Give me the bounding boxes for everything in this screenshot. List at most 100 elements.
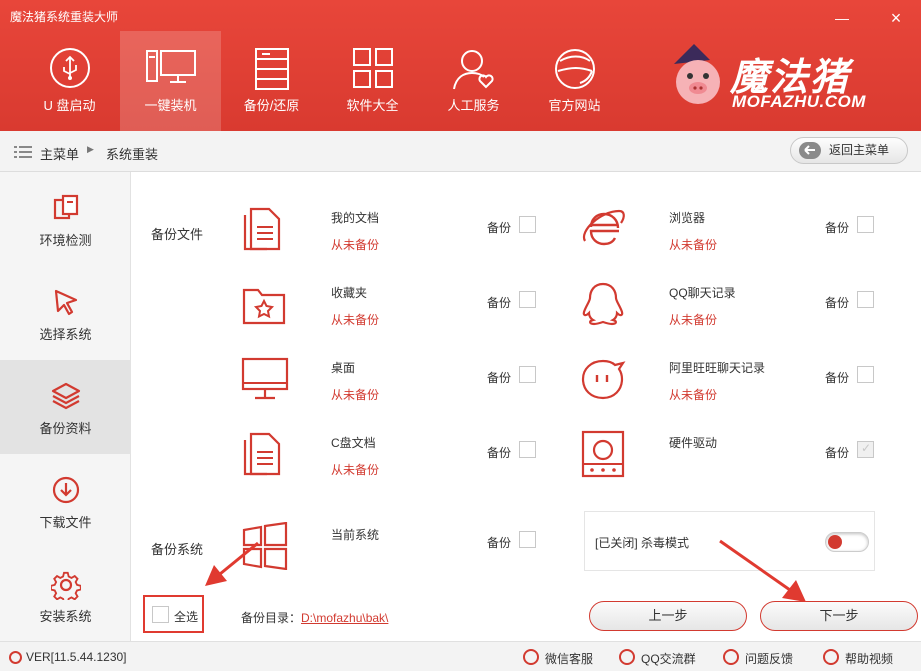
window-title: 魔法猪系统重装大师 xyxy=(10,10,119,24)
breadcrumb: 主菜单 ▶ 系统重装 返回主菜单 xyxy=(0,131,921,172)
backup-row-desktop: 桌面 从未备份 备份 xyxy=(241,355,541,415)
backup-label: 备份 xyxy=(487,371,512,385)
item-status: 从未备份 xyxy=(331,388,380,402)
sidebar-item-backup-data[interactable]: 备份资料 xyxy=(0,360,131,454)
user-heart-icon xyxy=(452,50,494,90)
windows-icon xyxy=(242,522,288,570)
chevron-right-icon: ▶ xyxy=(87,144,94,154)
backup-label: 备份 xyxy=(825,446,850,460)
item-name: 收藏夹 xyxy=(331,286,368,300)
footer-link-label: 微信客服 xyxy=(545,652,594,666)
prev-step-button[interactable]: 上一步 xyxy=(589,601,747,631)
select-all-box: 全选 xyxy=(143,595,204,633)
item-name: C盘文档 xyxy=(331,436,376,450)
backup-checkbox[interactable] xyxy=(519,366,536,383)
pig-mascot-icon xyxy=(674,44,720,104)
download-icon xyxy=(52,476,79,504)
nav-website[interactable]: 官方网站 xyxy=(524,31,625,131)
item-status: 从未备份 xyxy=(331,238,380,252)
nav-label: 人工服务 xyxy=(447,98,500,113)
logo-english: MOFAZHU.COM xyxy=(732,92,866,111)
nav-one-click-install[interactable]: 一键装机 xyxy=(120,31,221,131)
nav-software[interactable]: 软件大全 xyxy=(322,31,423,131)
backup-row-favorites: 收藏夹 从未备份 备份 xyxy=(241,280,541,340)
sidebar-item-label: 选择系统 xyxy=(39,327,92,342)
antivirus-toggle[interactable] xyxy=(825,532,869,552)
backup-checkbox[interactable] xyxy=(519,291,536,308)
sidebar-item-label: 下载文件 xyxy=(39,515,92,530)
backup-row-current-system: 当前系统 备份 xyxy=(241,522,541,582)
nav-backup-restore[interactable]: 备份/还原 xyxy=(221,31,322,131)
backup-checkbox-disabled xyxy=(857,441,874,458)
nav-support[interactable]: 人工服务 xyxy=(423,31,524,131)
favorites-folder-icon xyxy=(242,288,286,325)
footer-link-qq-group[interactable]: QQ交流群 xyxy=(619,649,696,667)
server-icon xyxy=(254,48,289,90)
qq-icon xyxy=(582,282,624,326)
layers-icon xyxy=(51,382,80,410)
back-button-label: 返回主菜单 xyxy=(829,143,890,157)
footer-link-help-video[interactable]: 帮助视频 xyxy=(823,649,894,667)
backup-checkbox[interactable] xyxy=(857,291,874,308)
item-status: 从未备份 xyxy=(669,238,718,252)
backup-row-drivers: 硬件驱动 备份 xyxy=(579,430,879,490)
sidebar-item-label: 环境检测 xyxy=(39,233,92,248)
item-name: 桌面 xyxy=(331,361,356,375)
back-to-main-button[interactable]: 返回主菜单 xyxy=(790,137,908,164)
menu-list-icon xyxy=(14,146,32,158)
next-step-button[interactable]: 下一步 xyxy=(760,601,918,631)
section-label-backup-system: 备份系统 xyxy=(151,542,204,557)
antivirus-panel: [已关闭] 杀毒模式 xyxy=(584,511,875,571)
backup-row-my-documents: 我的文档 从未备份 备份 xyxy=(241,205,541,265)
footer-link-feedback[interactable]: 问题反馈 xyxy=(723,649,794,667)
antivirus-label: [已关闭] 杀毒模式 xyxy=(595,536,690,550)
sidebar-item-select-system[interactable]: 选择系统 xyxy=(0,266,131,360)
minimize-button[interactable]: — xyxy=(832,9,852,27)
backup-row-wangwang: 阿里旺旺聊天记录 从未备份 备份 xyxy=(579,355,879,415)
section-label-backup-files: 备份文件 xyxy=(151,227,204,242)
copy-icon xyxy=(53,194,78,220)
help-icon xyxy=(823,649,839,665)
version-text: VER[11.5.44.1230] xyxy=(26,650,127,664)
select-all-label: 全选 xyxy=(174,610,199,624)
sidebar-item-label: 安装系统 xyxy=(39,609,92,624)
footer-link-label: 帮助视频 xyxy=(845,652,894,666)
computer-icon xyxy=(145,50,196,83)
item-name: 当前系统 xyxy=(331,528,380,542)
backup-checkbox[interactable] xyxy=(857,366,874,383)
backup-checkbox[interactable] xyxy=(519,216,536,233)
toggle-knob xyxy=(828,535,842,549)
select-all-checkbox[interactable] xyxy=(152,606,169,623)
sidebar-item-env-check[interactable]: 环境检测 xyxy=(0,172,131,266)
nav-usb-boot[interactable]: U 盘启动 xyxy=(19,31,120,131)
backup-checkbox[interactable] xyxy=(519,441,536,458)
globe-icon xyxy=(554,49,595,89)
backup-label: 备份 xyxy=(825,221,850,235)
sidebar: 环境检测 选择系统 备份资料 下载文件 安装系统 xyxy=(0,172,131,641)
footer-link-label: 问题反馈 xyxy=(745,652,794,666)
backup-label: 备份 xyxy=(487,446,512,460)
footer-link-label: QQ交流群 xyxy=(641,652,696,666)
qq-icon xyxy=(619,649,635,665)
close-button[interactable]: × xyxy=(886,9,906,27)
item-name: QQ聊天记录 xyxy=(669,286,736,300)
backup-row-qq: QQ聊天记录 从未备份 备份 xyxy=(579,280,879,340)
cursor-icon xyxy=(54,289,77,316)
backup-label: 备份 xyxy=(487,221,512,235)
feedback-icon xyxy=(723,649,739,665)
item-name: 阿里旺旺聊天记录 xyxy=(669,361,766,375)
sidebar-item-install[interactable]: 安装系统 xyxy=(0,548,131,642)
backup-panel: 备份文件 我的文档 从未备份 备份 收藏夹 从未备份 备份 桌面 从未备份 备份… xyxy=(132,172,921,641)
hardware-icon xyxy=(581,430,625,478)
document-icon xyxy=(243,432,281,476)
backup-dir-link[interactable]: D:\mofazhu\bak\ xyxy=(301,611,388,625)
backup-checkbox[interactable] xyxy=(857,216,874,233)
breadcrumb-home[interactable]: 主菜单 xyxy=(40,144,79,163)
ie-browser-icon xyxy=(582,209,625,246)
backup-label: 备份 xyxy=(487,536,512,550)
backup-checkbox[interactable] xyxy=(519,531,536,548)
sidebar-item-download[interactable]: 下载文件 xyxy=(0,454,131,548)
item-status: 从未备份 xyxy=(669,313,718,327)
footer-link-wechat[interactable]: 微信客服 xyxy=(523,649,594,667)
backup-label: 备份 xyxy=(825,296,850,310)
